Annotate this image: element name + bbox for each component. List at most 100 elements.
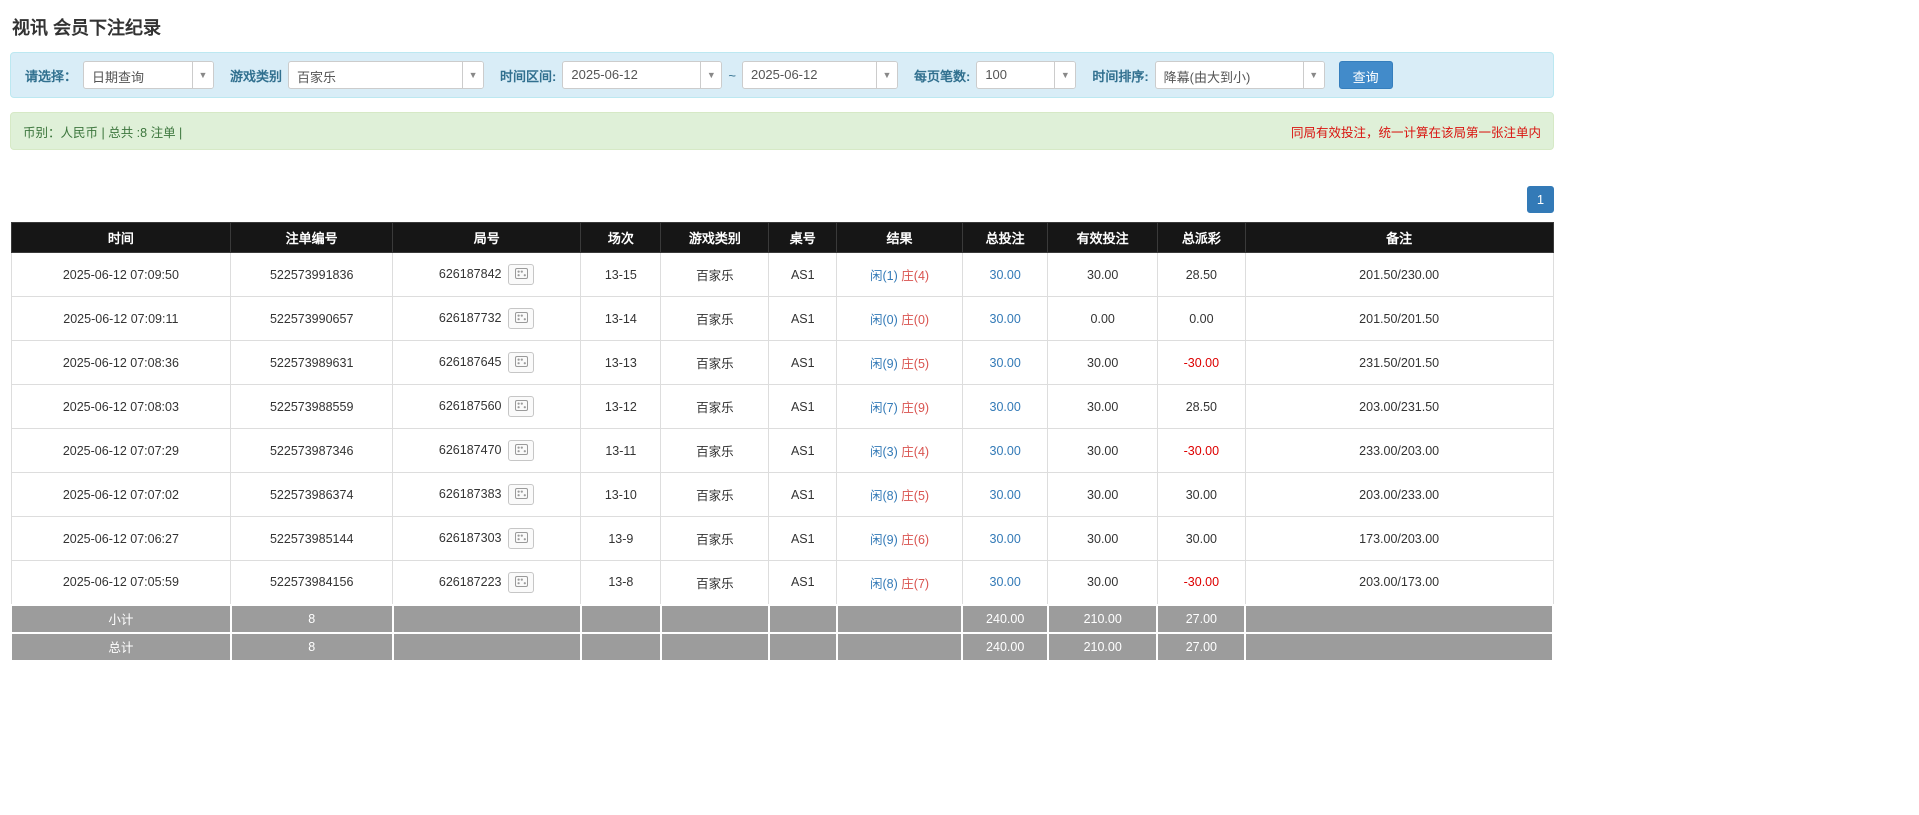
cell-valid-bet: 0.00 <box>1048 297 1157 341</box>
cell-time: 2025-06-12 07:08:36 <box>11 341 231 385</box>
player-result: 闲(9) <box>870 533 898 547</box>
game-type-select[interactable]: 百家乐 ▼ <box>288 61 484 89</box>
query-type-select[interactable]: 日期查询 ▼ <box>83 61 214 89</box>
total-bet-link[interactable]: 30.00 <box>990 575 1021 589</box>
cell-valid-bet: 30.00 <box>1048 341 1157 385</box>
game-result-icon <box>515 575 528 590</box>
search-button[interactable]: 查询 <box>1339 61 1393 89</box>
round-id-text: 626187560 <box>439 399 502 413</box>
header-game-type: 游戏类别 <box>661 223 769 253</box>
total-bet-link[interactable]: 30.00 <box>990 444 1021 458</box>
round-result-button[interactable] <box>508 528 534 549</box>
player-result: 闲(8) <box>870 489 898 503</box>
table-row: 2025-06-12 07:06:27522573985144626187303… <box>11 517 1553 561</box>
cell-valid-bet: 30.00 <box>1048 517 1157 561</box>
cell-total-bet: 30.00 <box>962 561 1048 605</box>
cell-payout: -30.00 <box>1157 561 1245 605</box>
chevron-down-icon: ▼ <box>700 62 721 88</box>
total-bet-link[interactable]: 30.00 <box>990 312 1021 326</box>
player-result: 闲(9) <box>870 357 898 371</box>
sort-select[interactable]: 降幕(由大到小) ▼ <box>1155 61 1325 89</box>
round-result-button[interactable] <box>508 264 534 285</box>
cell-bet-id: 522573987346 <box>231 429 393 473</box>
total-bet-link[interactable]: 30.00 <box>990 532 1021 546</box>
page: 视讯 会员下注纪录 请选择： 日期查询 ▼ 游戏类别 百家乐 ▼ 时间区间: 2… <box>0 0 1919 815</box>
cell-total-bet: 30.00 <box>962 473 1048 517</box>
cell-session: 13-10 <box>581 473 661 517</box>
cell-session: 13-8 <box>581 561 661 605</box>
banker-result: 庄(7) <box>901 577 929 591</box>
cell-payout: -30.00 <box>1157 429 1245 473</box>
cell-note: 203.00/233.00 <box>1245 473 1553 517</box>
pagination-page-1-button[interactable]: 1 <box>1527 186 1554 213</box>
round-id-text: 626187470 <box>439 443 502 457</box>
cell-valid-bet: 30.00 <box>1048 561 1157 605</box>
cell-note: 201.50/201.50 <box>1245 297 1553 341</box>
date-to-select[interactable]: 2025-06-12 ▼ <box>742 61 898 89</box>
cell-result: 闲(0) 庄(0) <box>837 297 963 341</box>
total-row: 总计 8 240.00 210.00 27.00 <box>11 633 1553 661</box>
round-result-button[interactable] <box>508 572 534 593</box>
cell-time: 2025-06-12 07:05:59 <box>11 561 231 605</box>
cell-payout: 28.50 <box>1157 253 1245 297</box>
date-from-select[interactable]: 2025-06-12 ▼ <box>562 61 722 89</box>
cell-bet-id: 522573988559 <box>231 385 393 429</box>
banker-result: 庄(9) <box>901 401 929 415</box>
cell-bet-id: 522573990657 <box>231 297 393 341</box>
cell-session: 13-9 <box>581 517 661 561</box>
cell-bet-id: 522573985144 <box>231 517 393 561</box>
cell-result: 闲(8) 庄(5) <box>837 473 963 517</box>
banker-result: 庄(0) <box>901 313 929 327</box>
header-result: 结果 <box>837 223 963 253</box>
cell-game-type: 百家乐 <box>661 253 769 297</box>
total-bet-link[interactable]: 30.00 <box>990 268 1021 282</box>
subtotal-row: 小计 8 240.00 210.00 27.00 <box>11 605 1553 633</box>
query-type-label: 请选择： <box>25 66 77 85</box>
cell-payout: 0.00 <box>1157 297 1245 341</box>
content-container: 视讯 会员下注纪录 请选择： 日期查询 ▼ 游戏类别 百家乐 ▼ 时间区间: 2… <box>10 0 1554 662</box>
cell-payout: 30.00 <box>1157 517 1245 561</box>
header-bet-id: 注单编号 <box>231 223 393 253</box>
round-result-button[interactable] <box>508 352 534 373</box>
cell-total-bet: 30.00 <box>962 517 1048 561</box>
game-type-label: 游戏类别 <box>230 66 282 85</box>
cell-table-no: AS1 <box>769 473 837 517</box>
page-size-select[interactable]: 100 ▼ <box>976 61 1076 89</box>
total-total-bet: 240.00 <box>962 633 1048 661</box>
cell-time: 2025-06-12 07:08:03 <box>11 385 231 429</box>
round-result-button[interactable] <box>508 396 534 417</box>
player-result: 闲(8) <box>870 577 898 591</box>
total-bet-link[interactable]: 30.00 <box>990 356 1021 370</box>
round-result-button[interactable] <box>508 308 534 329</box>
cell-session: 13-14 <box>581 297 661 341</box>
game-result-icon <box>515 443 528 458</box>
cell-payout: 28.50 <box>1157 385 1245 429</box>
filter-bar: 请选择： 日期查询 ▼ 游戏类别 百家乐 ▼ 时间区间: 2025-06-12 … <box>10 52 1554 98</box>
cell-time: 2025-06-12 07:07:02 <box>11 473 231 517</box>
cell-game-type: 百家乐 <box>661 341 769 385</box>
game-type-value: 百家乐 <box>289 62 462 88</box>
chevron-down-icon: ▼ <box>462 62 483 88</box>
cell-table-no: AS1 <box>769 561 837 605</box>
subtotal-valid-bet: 210.00 <box>1048 605 1157 633</box>
round-id-text: 626187842 <box>439 267 502 281</box>
currency-summary-text: 币别：人民币 | 总共 :8 注单 | <box>23 122 182 141</box>
total-bet-link[interactable]: 30.00 <box>990 400 1021 414</box>
cell-note: 203.00/231.50 <box>1245 385 1553 429</box>
subtotal-count: 8 <box>231 605 393 633</box>
total-bet-link[interactable]: 30.00 <box>990 488 1021 502</box>
round-id-text: 626187732 <box>439 311 502 325</box>
table-row: 2025-06-12 07:05:59522573984156626187223… <box>11 561 1553 605</box>
sort-label: 时间排序: <box>1092 66 1148 85</box>
cell-bet-id: 522573984156 <box>231 561 393 605</box>
table-body: 2025-06-12 07:09:50522573991836626187842… <box>11 253 1553 605</box>
cell-round-id: 626187303 <box>393 517 581 561</box>
cell-session: 13-12 <box>581 385 661 429</box>
cell-round-id: 626187732 <box>393 297 581 341</box>
round-result-button[interactable] <box>508 484 534 505</box>
cell-note: 203.00/173.00 <box>1245 561 1553 605</box>
cell-table-no: AS1 <box>769 297 837 341</box>
pagination: 1 <box>10 186 1554 213</box>
round-result-button[interactable] <box>508 440 534 461</box>
cell-valid-bet: 30.00 <box>1048 385 1157 429</box>
